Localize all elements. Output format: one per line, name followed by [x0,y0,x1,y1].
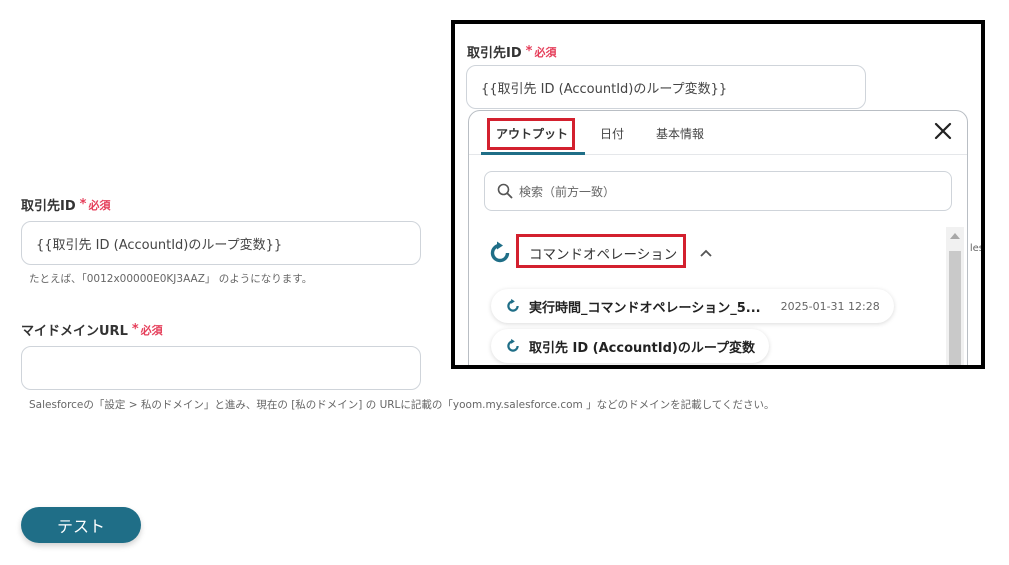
scroll-thumb[interactable] [949,251,961,365]
account-id-label-text: 取引先ID [21,199,76,214]
search-input[interactable]: 検索（前方一致） [484,171,952,211]
tab-date[interactable]: 日付 [600,125,624,142]
scroll-up-arrow[interactable] [950,233,960,239]
domain-label-text: マイドメインURL [21,324,128,339]
highlight-box [516,234,686,268]
item-date: 2025-01-31 12:28 [780,299,880,313]
required-text: 必須 [534,45,557,59]
operation-group-header[interactable]: コマンドオペレーション [487,234,713,268]
domain-hint: Salesforceの「設定 > 私のドメイン」と進み、現在の [私のドメイン]… [29,399,775,411]
required-text: 必須 [88,198,111,212]
account-id-label: 取引先ID * 必須 [21,195,110,214]
required-text: 必須 [140,323,163,337]
required-badge: * 必須 [79,197,111,212]
refresh-icon [507,338,519,352]
chevron-up-icon[interactable] [699,248,713,258]
clipped-text: les [969,243,984,254]
required-badge: * 必須 [131,322,163,337]
close-icon[interactable] [933,121,953,141]
active-tab-indicator [481,152,585,155]
refresh-icon [490,241,510,263]
zoom-label-text: 取引先ID [467,46,522,61]
group-label-wrapper: コマンドオペレーション [516,234,686,268]
refresh-icon [507,298,519,312]
zoom-overlay: 取引先ID * 必須 {{取引先 ID (AccountId)のループ変数}} ア… [451,20,985,369]
output-item-chip[interactable]: 取引先 ID (AccountId)のループ変数 [491,329,770,363]
scrollbar[interactable] [946,227,964,365]
domain-label: マイドメインURL * 必須 [21,320,163,339]
test-button[interactable]: テスト [21,507,141,543]
variable-picker-panel: アウトプット 日付 基本情報 検索（前方一致） コマンドオペレーション 実行時間… [468,110,968,365]
search-icon [497,183,513,199]
domain-input[interactable] [21,346,421,390]
account-id-value: {{取引先 ID (AccountId)のループ変数}} [36,237,283,253]
zoom-account-id-label: 取引先ID * 必須 [467,42,556,61]
account-id-hint: たとえば、「0012x00000E0KJ3AAZ」 のようになります。 [29,273,313,285]
output-item-chip[interactable]: 実行時間_コマンドオペレーション_5... 2025-01-31 12:28 [491,289,894,323]
account-id-input[interactable]: {{取引先 ID (AccountId)のループ変数}} [21,221,421,265]
zoom-account-id-input[interactable]: {{取引先 ID (AccountId)のループ変数}} [466,65,866,109]
zoom-field-value: {{取引先 ID (AccountId)のループ変数}} [481,81,728,97]
item-label: 実行時間_コマンドオペレーション_5... [529,300,761,316]
item-label: 取引先 ID (AccountId)のループ変数 [529,340,756,356]
required-badge: * 必須 [525,44,557,59]
tab-basic-info[interactable]: 基本情報 [656,125,704,142]
search-placeholder: 検索（前方一致） [519,184,616,199]
tab-bar: アウトプット 日付 基本情報 [469,111,967,155]
tab-output[interactable]: アウトプット [496,125,568,142]
